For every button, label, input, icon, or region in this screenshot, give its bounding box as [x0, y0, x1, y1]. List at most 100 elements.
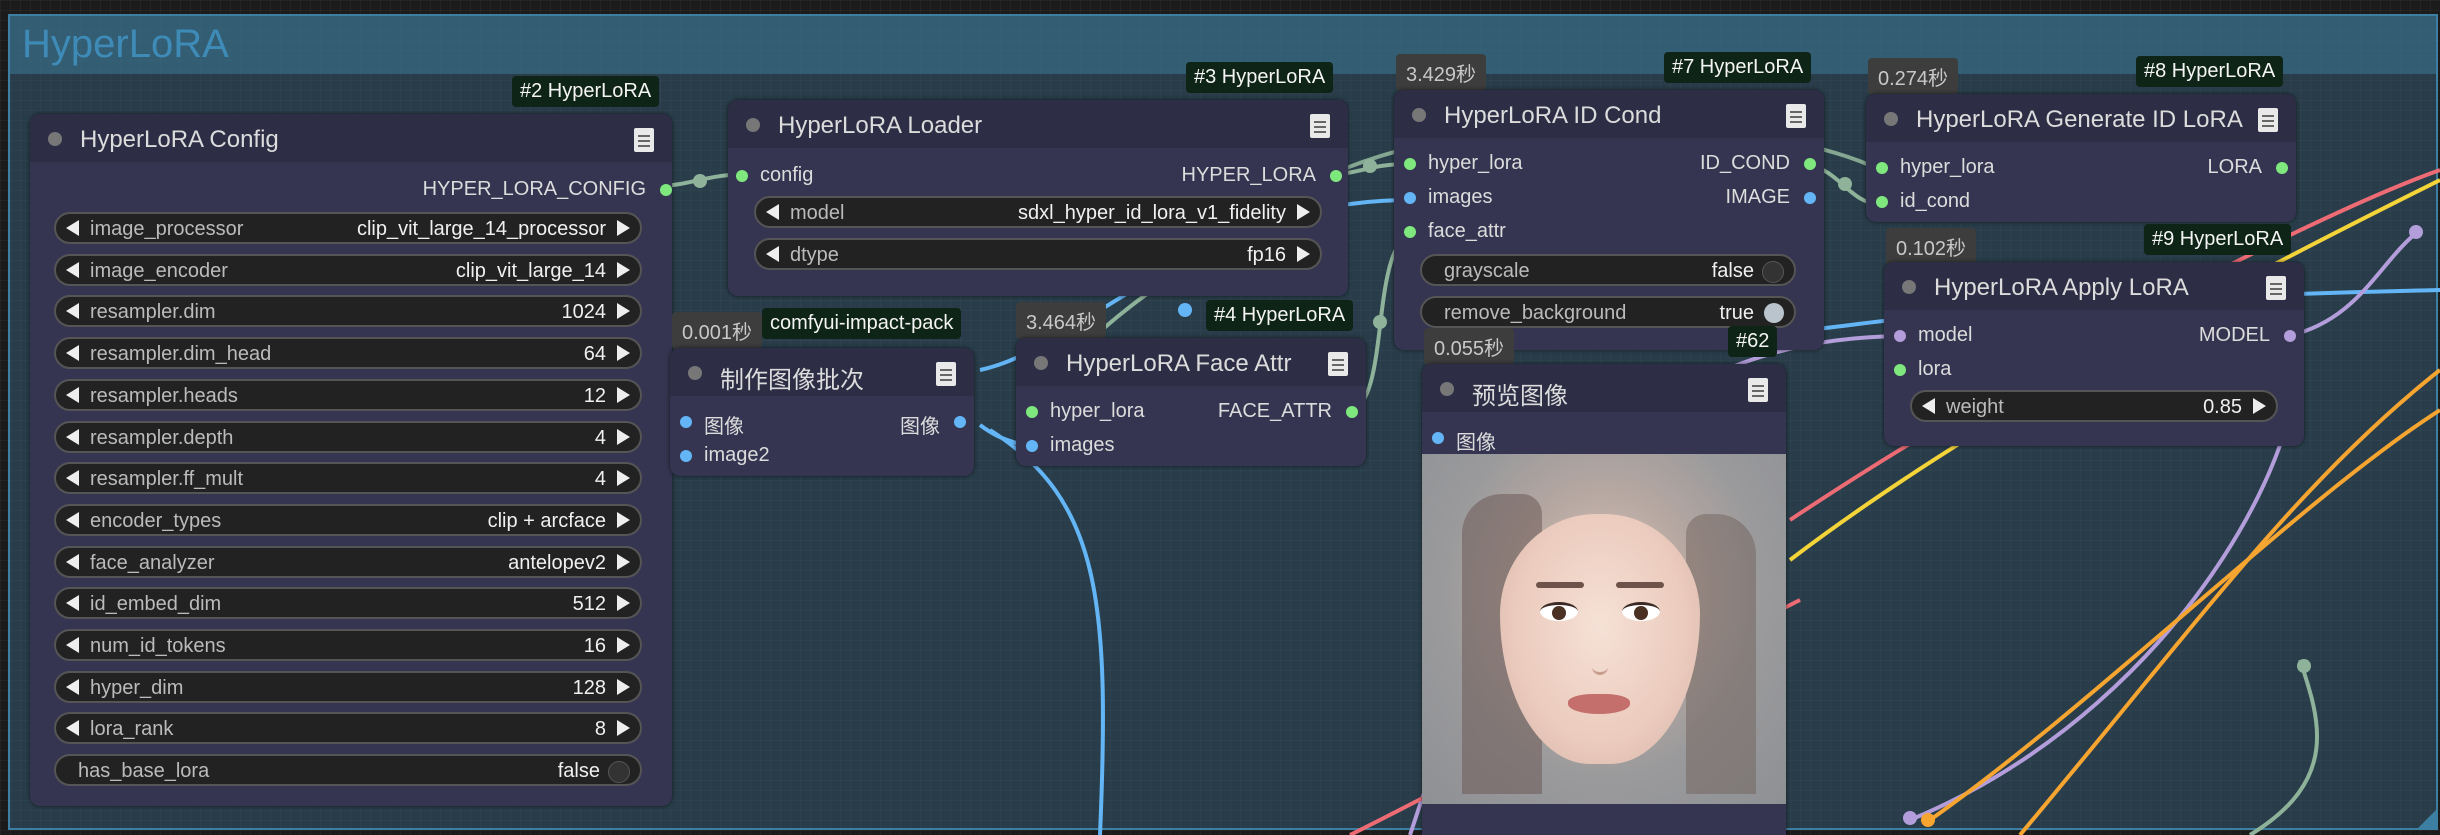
- decrement-arrow-icon[interactable]: [66, 220, 79, 236]
- output-slot-image[interactable]: 图像: [900, 410, 966, 439]
- node-face-attr[interactable]: HyperLoRA Face Attr hyper_lora images FA…: [1016, 338, 1366, 466]
- node-hyperlora-loader[interactable]: HyperLoRA Loader config HYPER_LORA model…: [728, 100, 1348, 296]
- collapse-dot[interactable]: [688, 366, 702, 380]
- node-title-bar[interactable]: HyperLoRA ID Cond: [1394, 90, 1824, 138]
- group-resize-handle[interactable]: [2418, 810, 2436, 828]
- decrement-arrow-icon[interactable]: [66, 261, 79, 278]
- widget-config-row[interactable]: image_processor clip_vit_large_14_process…: [54, 212, 642, 244]
- node-title-bar[interactable]: HyperLoRA Face Attr: [1016, 338, 1366, 386]
- increment-arrow-icon[interactable]: [617, 595, 630, 612]
- widget-config-row[interactable]: face_analyzer antelopev2: [54, 545, 642, 578]
- node-apply-lora[interactable]: HyperLoRA Apply LoRA model lora MODEL we…: [1884, 262, 2304, 446]
- increment-arrow-icon[interactable]: [617, 261, 630, 278]
- toggle-knob[interactable]: [1762, 261, 1784, 283]
- node-title-bar[interactable]: HyperLoRA Loader: [728, 100, 1348, 148]
- output-slot-id-cond[interactable]: ID_COND: [1700, 152, 1816, 175]
- input-slot-id-cond[interactable]: id_cond: [1876, 190, 1970, 213]
- decrement-arrow-icon[interactable]: [66, 637, 79, 653]
- toggle-knob[interactable]: [608, 761, 630, 784]
- slot-dot[interactable]: [1404, 158, 1416, 170]
- widget-config-row[interactable]: id_embed_dim 512: [54, 587, 642, 620]
- widget-config-row[interactable]: hyper_dim 128: [54, 670, 642, 703]
- widget-config-row[interactable]: num_id_tokens 16: [54, 629, 642, 661]
- node-title-bar[interactable]: 制作图像批次: [670, 348, 974, 396]
- doc-icon[interactable]: [1310, 114, 1330, 138]
- slot-dot[interactable]: [680, 416, 692, 428]
- input-slot-images[interactable]: images: [1026, 434, 1114, 457]
- increment-arrow-icon[interactable]: [617, 428, 630, 445]
- doc-icon[interactable]: [2266, 276, 2286, 300]
- slot-dot[interactable]: [660, 184, 672, 196]
- decrement-arrow-icon[interactable]: [66, 428, 79, 445]
- increment-arrow-icon[interactable]: [1297, 246, 1310, 262]
- collapse-dot[interactable]: [1034, 356, 1048, 370]
- toggle-remove-background[interactable]: remove_background true: [1420, 296, 1796, 328]
- input-slot-hyper-lora[interactable]: hyper_lora: [1404, 152, 1523, 175]
- slot-dot[interactable]: [680, 450, 692, 462]
- input-slot-lora[interactable]: lora: [1894, 358, 1951, 381]
- widget-config-row[interactable]: resampler.heads 12: [54, 378, 642, 411]
- slot-dot[interactable]: [1346, 406, 1358, 418]
- slot-dot[interactable]: [1404, 226, 1416, 238]
- doc-icon[interactable]: [1786, 104, 1806, 128]
- increment-arrow-icon[interactable]: [2253, 398, 2266, 414]
- decrement-arrow-icon[interactable]: [766, 204, 779, 220]
- input-slot-hyper-lora[interactable]: hyper_lora: [1026, 400, 1145, 423]
- output-slot-hyper-lora-config[interactable]: HYPER_LORA_CONFIG: [423, 178, 672, 201]
- collapse-dot[interactable]: [1902, 280, 1916, 294]
- collapse-dot[interactable]: [48, 132, 62, 146]
- increment-arrow-icon[interactable]: [617, 220, 630, 236]
- input-slot-face-attr[interactable]: face_attr: [1404, 220, 1506, 243]
- decrement-arrow-icon[interactable]: [766, 246, 779, 262]
- decrement-arrow-icon[interactable]: [66, 345, 79, 362]
- slot-dot[interactable]: [1804, 158, 1816, 170]
- widget-config-row[interactable]: encoder_types clip + arcface: [54, 503, 642, 536]
- doc-icon[interactable]: [2258, 108, 2278, 132]
- slot-dot[interactable]: [2276, 162, 2288, 174]
- input-slot-hyper-lora[interactable]: hyper_lora: [1876, 156, 1995, 179]
- output-slot-model[interactable]: MODEL: [2199, 324, 2296, 347]
- node-image-batch[interactable]: 制作图像批次 图像 image2 图像: [670, 348, 974, 476]
- decrement-arrow-icon[interactable]: [66, 386, 79, 403]
- collapse-dot[interactable]: [1412, 108, 1426, 122]
- decrement-arrow-icon[interactable]: [66, 595, 79, 612]
- input-slot-image[interactable]: 图像: [1432, 426, 1496, 455]
- output-slot-hyper-lora[interactable]: HYPER_LORA: [1182, 164, 1342, 187]
- node-preview-image[interactable]: 预览图像 图像: [1422, 364, 1786, 835]
- node-id-cond[interactable]: HyperLoRA ID Cond hyper_lora images face…: [1394, 90, 1824, 350]
- increment-arrow-icon[interactable]: [617, 345, 630, 362]
- node-title-bar[interactable]: 预览图像: [1422, 364, 1786, 412]
- output-slot-lora[interactable]: LORA: [2208, 156, 2288, 179]
- slot-dot[interactable]: [1330, 170, 1342, 182]
- node-generate-id-lora[interactable]: HyperLoRA Generate ID LoRA hyper_lora id…: [1866, 94, 2296, 222]
- slot-dot[interactable]: [1026, 440, 1038, 452]
- increment-arrow-icon[interactable]: [617, 511, 630, 528]
- slot-dot[interactable]: [1876, 196, 1888, 208]
- slot-dot[interactable]: [2284, 330, 2296, 342]
- decrement-arrow-icon[interactable]: [66, 553, 79, 570]
- node-title-bar[interactable]: HyperLoRA Config: [30, 114, 672, 162]
- increment-arrow-icon[interactable]: [617, 386, 630, 403]
- slot-dot[interactable]: [1804, 192, 1816, 204]
- input-slot-config[interactable]: config: [736, 164, 813, 187]
- slot-dot[interactable]: [1876, 162, 1888, 174]
- collapse-dot[interactable]: [1884, 112, 1898, 126]
- doc-icon[interactable]: [936, 362, 956, 386]
- widget-weight[interactable]: weight 0.85: [1910, 390, 2278, 422]
- decrement-arrow-icon[interactable]: [66, 678, 79, 695]
- increment-arrow-icon[interactable]: [617, 553, 630, 570]
- increment-arrow-icon[interactable]: [617, 720, 630, 737]
- widget-dtype-select[interactable]: dtype fp16: [754, 238, 1322, 270]
- increment-arrow-icon[interactable]: [617, 678, 630, 695]
- widget-config-row[interactable]: resampler.dim 1024: [54, 295, 642, 328]
- toggle-grayscale[interactable]: grayscale false: [1420, 254, 1796, 286]
- increment-arrow-icon[interactable]: [617, 470, 630, 487]
- toggle-knob[interactable]: [1764, 303, 1784, 323]
- input-slot-image2[interactable]: image2: [680, 444, 770, 467]
- decrement-arrow-icon[interactable]: [66, 303, 79, 320]
- widget-config-row[interactable]: image_encoder clip_vit_large_14: [54, 253, 642, 286]
- slot-dot[interactable]: [1432, 432, 1444, 444]
- output-slot-face-attr[interactable]: FACE_ATTR: [1218, 400, 1358, 423]
- slot-dot[interactable]: [954, 416, 966, 428]
- node-hyperlora-config[interactable]: HyperLoRA Config HYPER_LORA_CONFIG image…: [30, 114, 672, 806]
